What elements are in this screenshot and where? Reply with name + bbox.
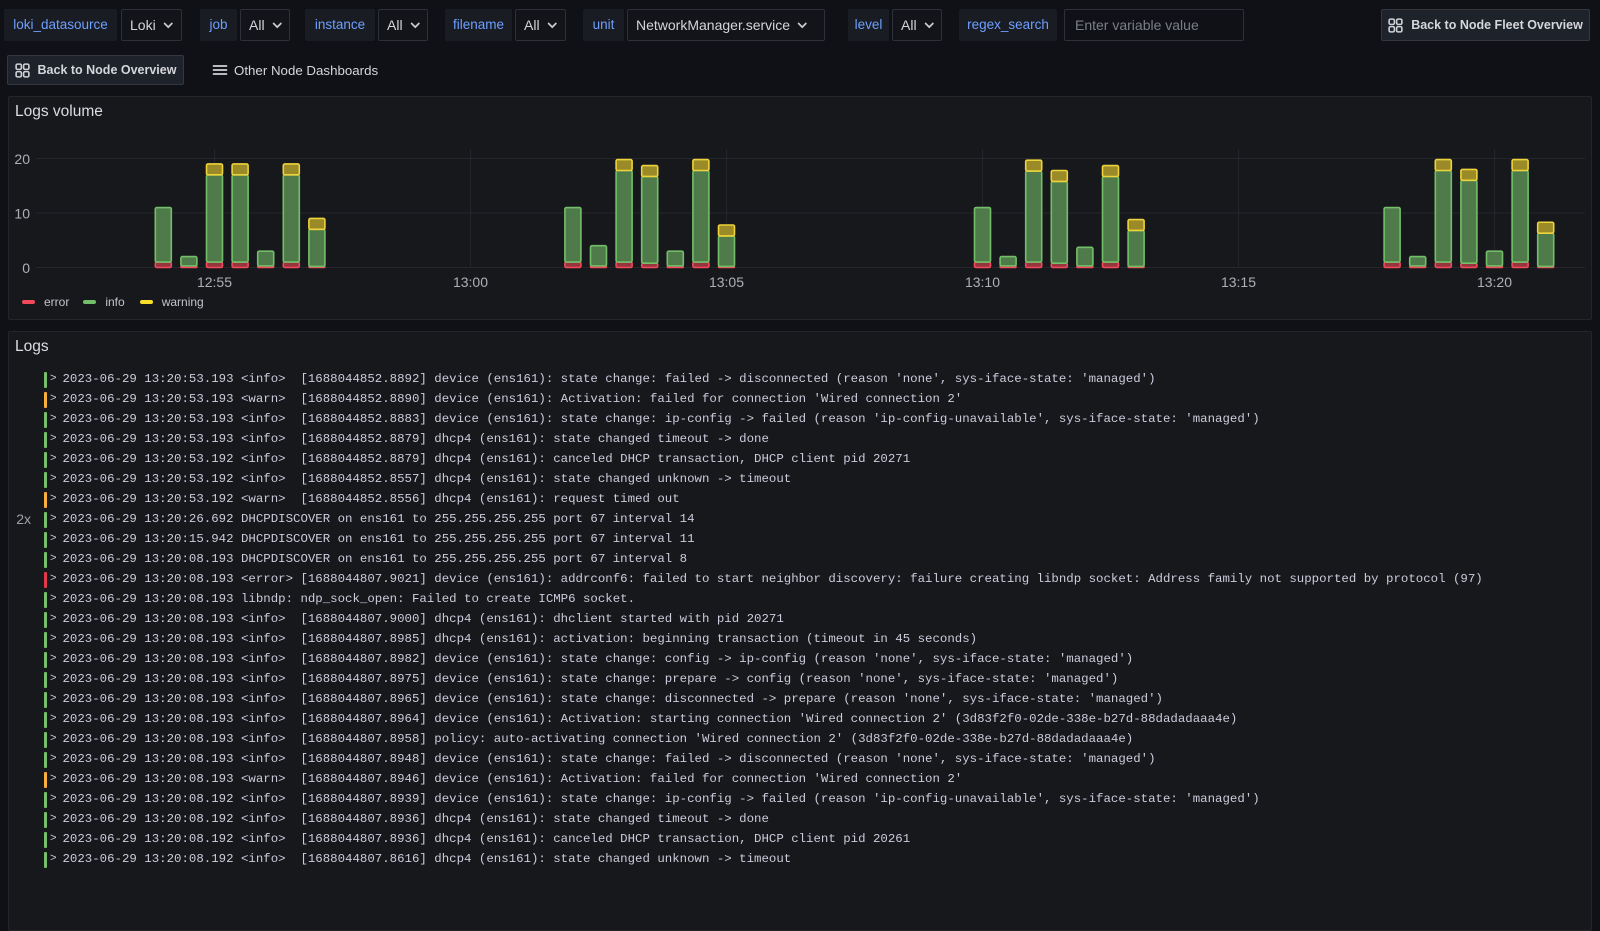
svg-text:20: 20: [14, 151, 30, 167]
svg-text:10: 10: [14, 206, 30, 222]
svg-text:13:10: 13:10: [965, 274, 1000, 290]
svg-text:13:05: 13:05: [709, 274, 744, 290]
svg-text:13:20: 13:20: [1477, 274, 1512, 290]
svg-text:12:55: 12:55: [197, 274, 232, 290]
svg-text:13:15: 13:15: [1221, 274, 1256, 290]
svg-text:0: 0: [22, 260, 30, 276]
svg-text:13:00: 13:00: [453, 274, 488, 290]
